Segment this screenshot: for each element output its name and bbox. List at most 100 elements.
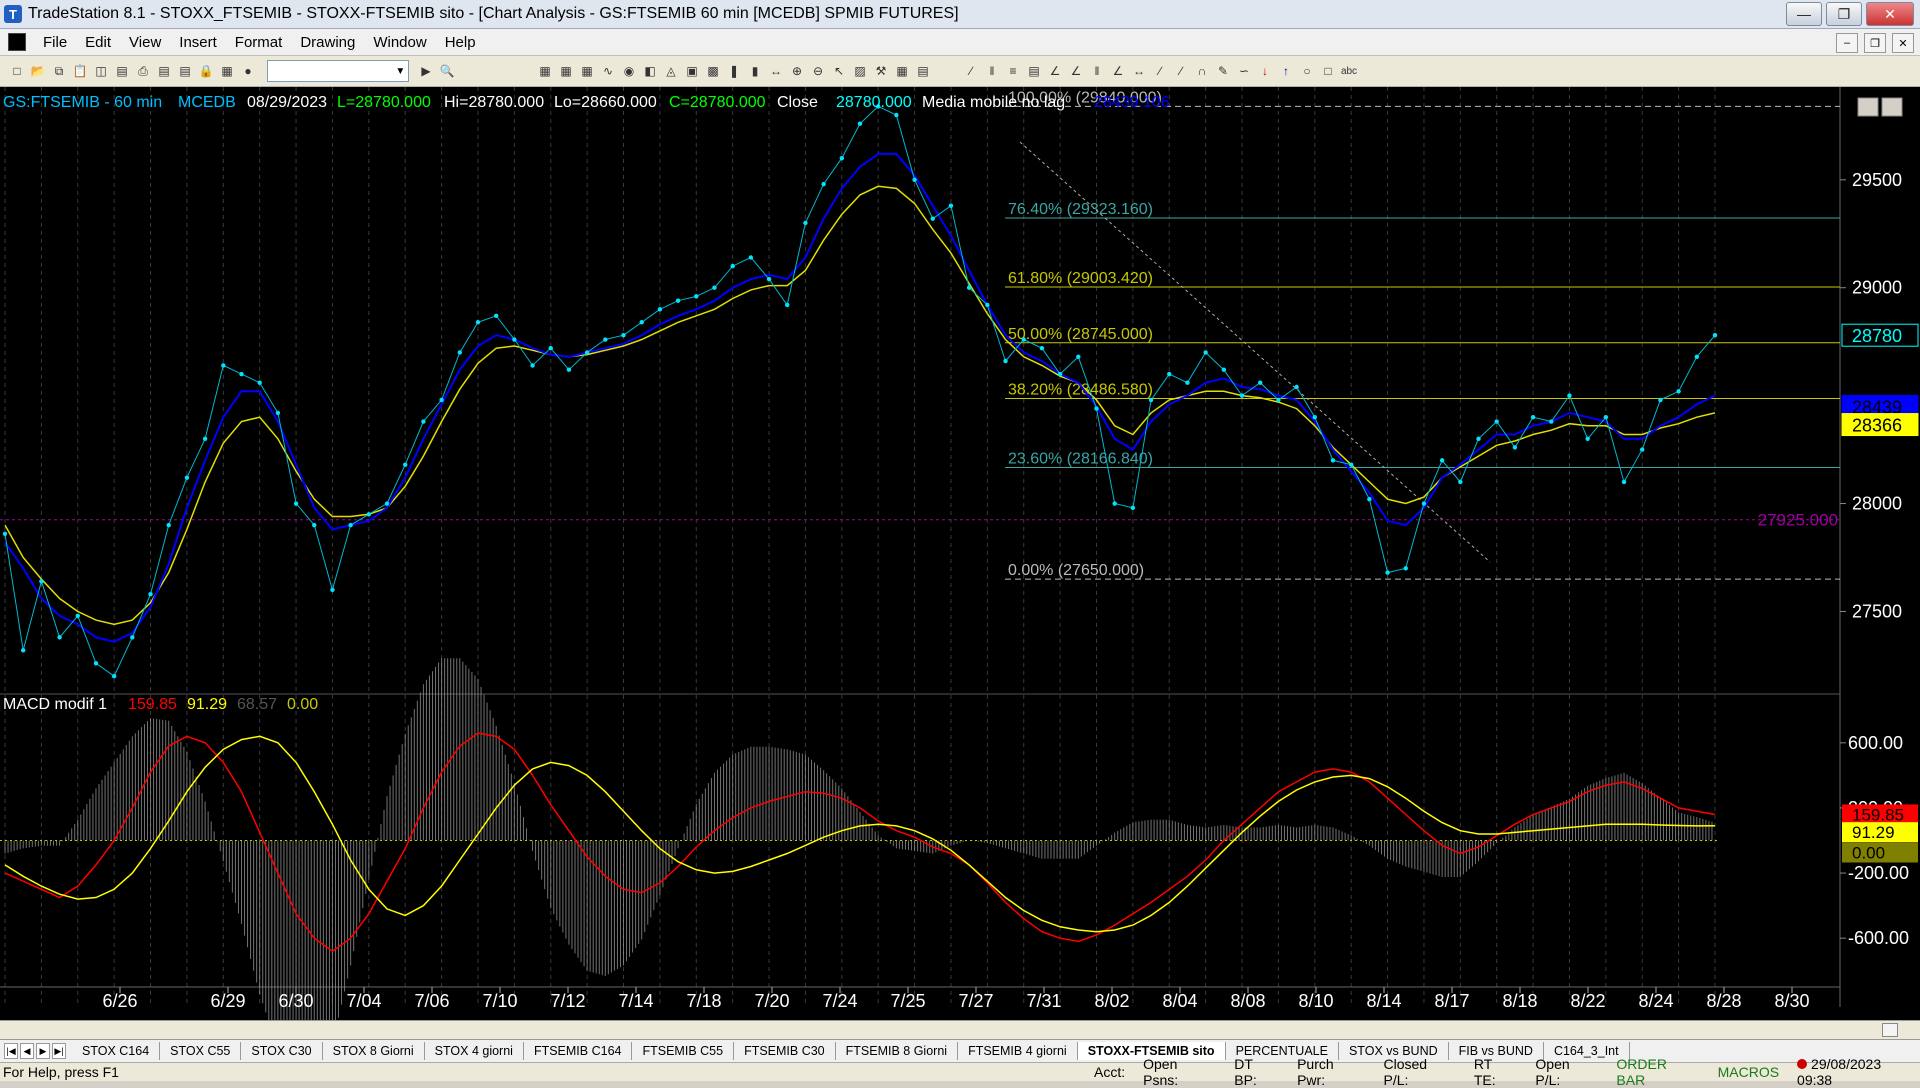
price-dot [1112,501,1117,506]
bars-icon[interactable]: ▮ [746,62,764,80]
macros-button[interactable]: MACROS [1718,1064,1779,1080]
grid3-icon[interactable]: ▦ [578,62,596,80]
vertical-lines-icon[interactable]: ‖ [983,62,1001,80]
fib-fan-icon[interactable]: ∠ [1067,62,1085,80]
data-tip-icon[interactable]: ▨ [851,62,869,80]
insert-indicator-icon[interactable]: ▦ [893,62,911,80]
tools-icon[interactable]: ⚒ [872,62,890,80]
subwindow-restore-button[interactable] [1881,97,1903,117]
trendline-icon[interactable]: ∕ [962,62,980,80]
insert-strategy-icon[interactable]: ▤ [914,62,932,80]
speed-lines-icon[interactable]: ∠ [1046,62,1064,80]
parallel-icon[interactable]: ∕ [1151,62,1169,80]
workspace-tab[interactable]: FTSEMIB C164 [524,1042,633,1060]
workspace-tab[interactable]: FTSEMIB C55 [632,1042,735,1060]
andrews-icon[interactable]: ∕ [1172,62,1190,80]
zoom-out-icon[interactable]: ⊖ [809,62,827,80]
price-dot [1567,393,1572,398]
arrow-up-icon[interactable]: ↑ [1277,62,1295,80]
radar-icon[interactable]: ◉ [620,62,638,80]
scale-icon[interactable]: ↔ [767,62,785,80]
workspace-tab[interactable]: STOX C30 [241,1042,323,1060]
copy-icon[interactable]: ⧉ [50,62,68,80]
channel-icon[interactable]: ▤ [1025,62,1043,80]
ellipse-icon[interactable]: ○ [1298,62,1316,80]
workspace-tab[interactable]: STOX C55 [160,1042,242,1060]
pen-icon[interactable]: ✎ [1214,62,1232,80]
macd-badge-label: 159.85 [1852,805,1904,824]
arc-icon[interactable]: ∩ [1193,62,1211,80]
bar-chart-icon[interactable]: ▩ [704,62,722,80]
date-axis[interactable]: 6/26 6/29 6/30 7/04 7/06 7/10 7/12 7/14 7/18 7/20… [102,987,1810,1011]
chart-analysis-icon[interactable]: ∿ [599,62,617,80]
option-icon[interactable]: ◬ [662,62,680,80]
tab-next-icon[interactable]: ▶ [36,1043,50,1059]
subwindow-minimize-button[interactable] [1857,97,1879,117]
fib-level-label: 0.00% (27650.000) [1008,562,1144,579]
print-icon[interactable]: ⎙ [134,62,152,80]
grid2-icon[interactable]: ▦ [557,62,575,80]
symbol-dropdown[interactable]: ▼ [267,60,409,82]
text-icon[interactable]: abc [1340,62,1358,80]
layout-icon[interactable]: ▤ [155,62,173,80]
curve-icon[interactable]: ∽ [1235,62,1253,80]
workspace-tab[interactable]: FTSEMIB 8 Giorni [836,1042,959,1060]
candlestick-icon[interactable]: ❚ [725,62,743,80]
tab-first-icon[interactable]: |◀ [4,1043,18,1059]
menu-help[interactable]: Help [436,34,485,51]
gann-fan-icon[interactable]: ∠ [1109,62,1127,80]
globe-icon[interactable]: ● [239,62,257,80]
horizontal-lines-icon[interactable]: ≡ [1004,62,1022,80]
menu-drawing[interactable]: Drawing [291,34,364,51]
layout2-icon[interactable]: ▤ [176,62,194,80]
chart-icon[interactable]: ▦ [218,62,236,80]
fib-time-icon[interactable]: ‖ [1088,62,1106,80]
close-button[interactable]: ✕ [1866,2,1914,26]
macd-axis[interactable]: 600.00200.00-200.00-600.00159.8591.290.0… [1840,733,1918,948]
menu-edit[interactable]: Edit [76,34,120,51]
folder-icon[interactable]: ◫ [92,62,110,80]
tab-last-icon[interactable]: ▶| [52,1043,66,1059]
workspace-tab[interactable]: STOX 4 giorni [425,1042,524,1060]
new-icon[interactable]: □ [8,62,26,80]
arrow-down-icon[interactable]: ↓ [1256,62,1274,80]
menu-format[interactable]: Format [226,34,292,51]
scrollbar-thumb[interactable] [1882,1023,1898,1037]
open-icon[interactable]: 📂 [29,62,47,80]
mdi-close-button[interactable]: ✕ [1892,33,1914,53]
paste-icon[interactable]: 📋 [71,62,89,80]
menu-window[interactable]: Window [364,34,435,51]
chart-canvas[interactable]: 100.00% (29840.000)76.40% (29323.160)61.… [0,87,1920,1083]
grid1-icon[interactable]: ▦ [536,62,554,80]
workspace-tab[interactable]: FTSEMIB 4 giorni [958,1042,1078,1060]
lock-icon[interactable]: 🔒 [197,62,215,80]
minimize-button[interactable]: — [1786,2,1822,26]
matrix-icon[interactable]: ▣ [683,62,701,80]
mdi-minimize-button[interactable]: – [1836,33,1858,53]
menu-insert[interactable]: Insert [170,34,226,51]
zoom-in-icon[interactable]: ⊕ [788,62,806,80]
rectangle-icon[interactable]: □ [1319,62,1337,80]
horizontal-arrow-icon[interactable]: ↔ [1130,62,1148,80]
chart-window-icon[interactable] [8,33,26,51]
order-bar-button[interactable]: ORDER BAR [1616,1056,1699,1088]
restore-button[interactable]: ❐ [1826,2,1862,26]
workspace-tab[interactable]: STOX 8 Giorni [323,1042,425,1060]
menu-view[interactable]: View [120,34,170,51]
binoculars-icon[interactable]: 🔍 [438,62,456,80]
workspace-tab[interactable]: FTSEMIB C30 [734,1042,836,1060]
chart-date: 08/29/2023 [247,94,327,111]
price-dot [439,397,444,403]
workspace-tab[interactable]: STOX C164 [72,1042,161,1060]
tab-prev-icon[interactable]: ◀ [20,1043,34,1059]
menu-file[interactable]: File [34,34,76,51]
scanner-icon[interactable]: ◧ [641,62,659,80]
horizontal-scrollbar[interactable] [0,1020,1920,1039]
chart-window[interactable]: 100.00% (29840.000) 76.40% (29323.160) 61.… [0,87,1920,1083]
pointer-icon[interactable]: ↖ [830,62,848,80]
price-axis[interactable]: 29500290002800027500287802843928366 [1840,170,1919,622]
print-preview-icon[interactable]: ▤ [113,62,131,80]
mdi-restore-button[interactable]: ❐ [1864,33,1886,53]
price-dot [202,436,208,441]
arrow-right-icon[interactable]: ▶ [417,62,435,80]
